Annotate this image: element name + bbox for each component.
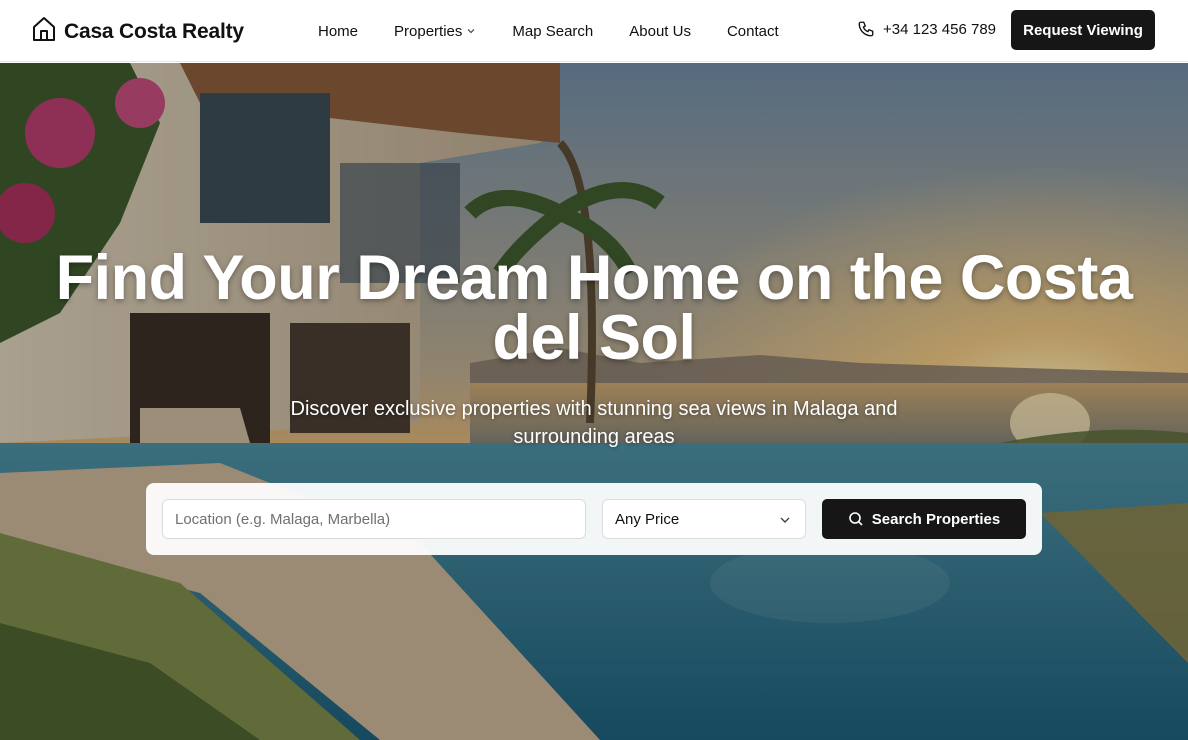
home-icon (32, 16, 56, 47)
brand-logo[interactable]: Casa Costa Realty (32, 16, 244, 47)
price-select-value: Any Price (615, 510, 680, 528)
main-nav: Home Properties Map Search About Us Cont… (318, 0, 779, 62)
request-viewing-button[interactable]: Request Viewing (1011, 10, 1155, 50)
chevron-down-icon (467, 29, 475, 34)
hero-subtitle-line1: Discover exclusive properties with stunn… (290, 398, 898, 420)
nav-contact[interactable]: Contact (727, 23, 779, 40)
nav-properties[interactable]: Properties (394, 23, 476, 40)
search-button-label: Search Properties (871, 510, 1001, 528)
phone-number: +34 123 456 789 (883, 20, 997, 38)
price-select[interactable]: Any Price (602, 499, 806, 539)
nav-contact-label: Contact (726, 22, 779, 40)
search-properties-button[interactable]: Search Properties (822, 499, 1026, 539)
phone-icon (858, 21, 874, 37)
hero-title: Find Your Dream Home on the Costa del So… (40, 247, 1148, 370)
nav-properties-label: Properties (394, 22, 463, 40)
chevron-down-icon (780, 517, 790, 523)
search-icon (848, 512, 863, 526)
location-input[interactable] (162, 499, 586, 539)
hero-subtitle: Discover exclusive properties with stunn… (260, 395, 928, 451)
nav-map-search-label: Map Search (512, 22, 594, 40)
hero-section: Find Your Dream Home on the Costa del So… (0, 63, 1188, 740)
brand-name: Casa Costa Realty (64, 19, 244, 43)
nav-home[interactable]: Home (318, 23, 358, 40)
nav-about-us[interactable]: About Us (629, 23, 691, 40)
hero-subtitle-line2: surrounding areas (513, 426, 675, 448)
phone-link[interactable]: +34 123 456 789 (857, 20, 996, 38)
nav-about-us-label: About Us (629, 22, 691, 40)
nav-map-search[interactable]: Map Search (512, 23, 593, 40)
hero-title-line2: del Sol (492, 303, 696, 373)
search-panel: Any Price Search Properties (146, 483, 1042, 555)
nav-home-label: Home (318, 22, 359, 40)
site-header: Casa Costa Realty Home Properties Map Se… (0, 0, 1188, 62)
